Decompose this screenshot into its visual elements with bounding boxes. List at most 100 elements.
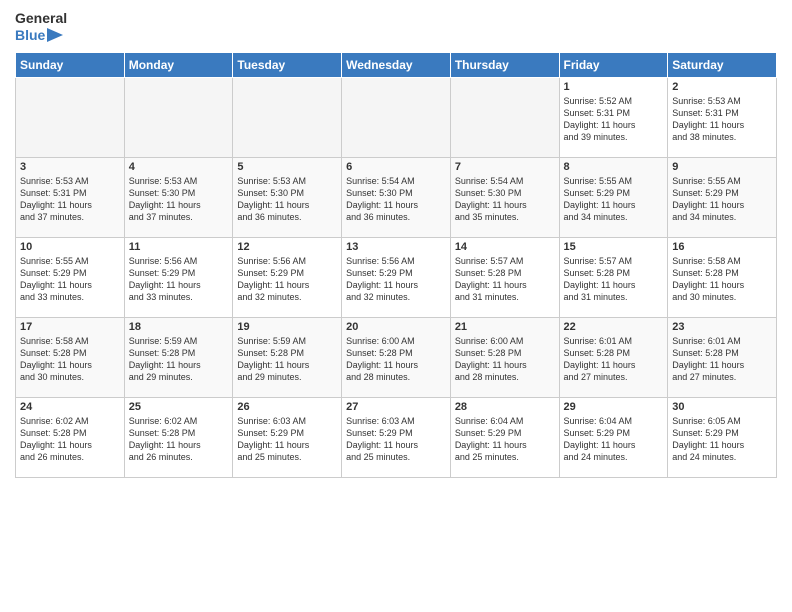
day-cell	[16, 77, 125, 157]
day-number: 23	[672, 321, 772, 333]
day-number: 12	[237, 241, 337, 253]
day-info: Sunrise: 5:53 AM Sunset: 5:30 PM Dayligh…	[237, 175, 337, 224]
day-info: Sunrise: 6:03 AM Sunset: 5:29 PM Dayligh…	[237, 415, 337, 464]
day-info: Sunrise: 6:02 AM Sunset: 5:28 PM Dayligh…	[20, 415, 120, 464]
day-info: Sunrise: 5:58 AM Sunset: 5:28 PM Dayligh…	[20, 335, 120, 384]
day-number: 20	[346, 321, 446, 333]
day-cell: 13Sunrise: 5:56 AM Sunset: 5:29 PM Dayli…	[342, 237, 451, 317]
day-cell: 25 Sunrise: 6:02 AM Sunset: 5:28 PM Dayli…	[124, 397, 233, 477]
day-number: 18	[129, 321, 229, 333]
header-cell-sunday: Sunday	[16, 52, 125, 77]
day-cell: 23Sunrise: 6:01 AM Sunset: 5:28 PM Dayli…	[668, 317, 777, 397]
week-row-5: 24 Sunrise: 6:02 AM Sunset: 5:28 PM Dayli…	[16, 397, 777, 477]
day-cell: 16 Sunrise: 5:58 AM Sunset: 5:28 PM Dayli…	[668, 237, 777, 317]
day-number: 15	[564, 241, 664, 253]
day-info: Sunrise: 5:53 AM Sunset: 5:31 PM Dayligh…	[672, 95, 772, 144]
day-number: 25	[129, 401, 229, 413]
day-number: 5	[237, 161, 337, 173]
week-row-1: 1 Sunrise: 5:52 AM Sunset: 5:31 PM Daylig…	[16, 77, 777, 157]
day-number: 9	[672, 161, 772, 173]
week-row-2: 3 Sunrise: 5:53 AM Sunset: 5:31 PM Daylig…	[16, 157, 777, 237]
day-info: Sunrise: 5:53 AM Sunset: 5:30 PM Dayligh…	[129, 175, 229, 224]
day-number: 3	[20, 161, 120, 173]
day-cell	[233, 77, 342, 157]
day-info: Sunrise: 6:04 AM Sunset: 5:29 PM Dayligh…	[455, 415, 555, 464]
day-info: Sunrise: 5:57 AM Sunset: 5:28 PM Dayligh…	[455, 255, 555, 304]
day-cell: 14 Sunrise: 5:57 AM Sunset: 5:28 PM Dayli…	[450, 237, 559, 317]
day-number: 10	[20, 241, 120, 253]
calendar-table: SundayMondayTuesdayWednesdayThursdayFrid…	[15, 52, 777, 478]
day-number: 24	[20, 401, 120, 413]
day-cell: 2 Sunrise: 5:53 AM Sunset: 5:31 PM Daylig…	[668, 77, 777, 157]
logo: GeneralBlue	[15, 10, 67, 44]
header-cell-monday: Monday	[124, 52, 233, 77]
day-number: 2	[672, 81, 772, 93]
day-number: 1	[564, 81, 664, 93]
header-cell-friday: Friday	[559, 52, 668, 77]
day-info: Sunrise: 5:59 AM Sunset: 5:28 PM Dayligh…	[237, 335, 337, 384]
day-cell: 4 Sunrise: 5:53 AM Sunset: 5:30 PM Daylig…	[124, 157, 233, 237]
day-info: Sunrise: 5:58 AM Sunset: 5:28 PM Dayligh…	[672, 255, 772, 304]
day-info: Sunrise: 5:59 AM Sunset: 5:28 PM Dayligh…	[129, 335, 229, 384]
day-cell: 18 Sunrise: 5:59 AM Sunset: 5:28 PM Dayli…	[124, 317, 233, 397]
day-number: 27	[346, 401, 446, 413]
day-cell: 3 Sunrise: 5:53 AM Sunset: 5:31 PM Daylig…	[16, 157, 125, 237]
day-cell: 10 Sunrise: 5:55 AM Sunset: 5:29 PM Dayli…	[16, 237, 125, 317]
day-cell: 6Sunrise: 5:54 AM Sunset: 5:30 PM Daylig…	[342, 157, 451, 237]
day-cell: 20 Sunrise: 6:00 AM Sunset: 5:28 PM Dayli…	[342, 317, 451, 397]
header-cell-wednesday: Wednesday	[342, 52, 451, 77]
day-number: 22	[564, 321, 664, 333]
day-cell: 30Sunrise: 6:05 AM Sunset: 5:29 PM Dayli…	[668, 397, 777, 477]
day-info: Sunrise: 5:55 AM Sunset: 5:29 PM Dayligh…	[672, 175, 772, 224]
day-cell: 1 Sunrise: 5:52 AM Sunset: 5:31 PM Daylig…	[559, 77, 668, 157]
day-info: Sunrise: 6:01 AM Sunset: 5:28 PM Dayligh…	[564, 335, 664, 384]
day-number: 17	[20, 321, 120, 333]
header-row: SundayMondayTuesdayWednesdayThursdayFrid…	[16, 52, 777, 77]
header: GeneralBlue	[15, 10, 777, 44]
day-cell: 22 Sunrise: 6:01 AM Sunset: 5:28 PM Dayli…	[559, 317, 668, 397]
header-cell-saturday: Saturday	[668, 52, 777, 77]
day-number: 21	[455, 321, 555, 333]
day-number: 4	[129, 161, 229, 173]
day-cell: 17 Sunrise: 5:58 AM Sunset: 5:28 PM Dayli…	[16, 317, 125, 397]
logo-text: GeneralBlue	[15, 10, 67, 44]
day-number: 29	[564, 401, 664, 413]
day-cell: 24 Sunrise: 6:02 AM Sunset: 5:28 PM Dayli…	[16, 397, 125, 477]
day-cell: 9 Sunrise: 5:55 AM Sunset: 5:29 PM Daylig…	[668, 157, 777, 237]
day-info: Sunrise: 6:03 AM Sunset: 5:29 PM Dayligh…	[346, 415, 446, 464]
day-cell	[124, 77, 233, 157]
day-info: Sunrise: 5:55 AM Sunset: 5:29 PM Dayligh…	[564, 175, 664, 224]
day-number: 19	[237, 321, 337, 333]
day-cell: 28 Sunrise: 6:04 AM Sunset: 5:29 PM Dayli…	[450, 397, 559, 477]
day-info: Sunrise: 6:00 AM Sunset: 5:28 PM Dayligh…	[455, 335, 555, 384]
day-cell: 7Sunrise: 5:54 AM Sunset: 5:30 PM Daylig…	[450, 157, 559, 237]
day-cell: 12Sunrise: 5:56 AM Sunset: 5:29 PM Dayli…	[233, 237, 342, 317]
header-cell-thursday: Thursday	[450, 52, 559, 77]
day-number: 6	[346, 161, 446, 173]
day-info: Sunrise: 5:56 AM Sunset: 5:29 PM Dayligh…	[346, 255, 446, 304]
day-info: Sunrise: 5:57 AM Sunset: 5:28 PM Dayligh…	[564, 255, 664, 304]
day-number: 14	[455, 241, 555, 253]
day-info: Sunrise: 5:52 AM Sunset: 5:31 PM Dayligh…	[564, 95, 664, 144]
day-cell: 11Sunrise: 5:56 AM Sunset: 5:29 PM Dayli…	[124, 237, 233, 317]
day-cell	[342, 77, 451, 157]
day-info: Sunrise: 6:00 AM Sunset: 5:28 PM Dayligh…	[346, 335, 446, 384]
day-number: 28	[455, 401, 555, 413]
week-row-4: 17 Sunrise: 5:58 AM Sunset: 5:28 PM Dayli…	[16, 317, 777, 397]
day-cell: 15 Sunrise: 5:57 AM Sunset: 5:28 PM Dayli…	[559, 237, 668, 317]
day-info: Sunrise: 6:05 AM Sunset: 5:29 PM Dayligh…	[672, 415, 772, 464]
day-number: 11	[129, 241, 229, 253]
day-cell: 19 Sunrise: 5:59 AM Sunset: 5:28 PM Dayli…	[233, 317, 342, 397]
day-cell: 5 Sunrise: 5:53 AM Sunset: 5:30 PM Daylig…	[233, 157, 342, 237]
day-number: 16	[672, 241, 772, 253]
day-cell: 21 Sunrise: 6:00 AM Sunset: 5:28 PM Dayli…	[450, 317, 559, 397]
day-info: Sunrise: 5:53 AM Sunset: 5:31 PM Dayligh…	[20, 175, 120, 224]
day-number: 7	[455, 161, 555, 173]
page: GeneralBlue SundayMondayTuesdayWednesday…	[0, 0, 792, 493]
week-row-3: 10 Sunrise: 5:55 AM Sunset: 5:29 PM Dayli…	[16, 237, 777, 317]
day-cell: 26 Sunrise: 6:03 AM Sunset: 5:29 PM Dayli…	[233, 397, 342, 477]
day-cell: 29Sunrise: 6:04 AM Sunset: 5:29 PM Dayli…	[559, 397, 668, 477]
day-info: Sunrise: 6:02 AM Sunset: 5:28 PM Dayligh…	[129, 415, 229, 464]
day-number: 26	[237, 401, 337, 413]
day-info: Sunrise: 5:55 AM Sunset: 5:29 PM Dayligh…	[20, 255, 120, 304]
